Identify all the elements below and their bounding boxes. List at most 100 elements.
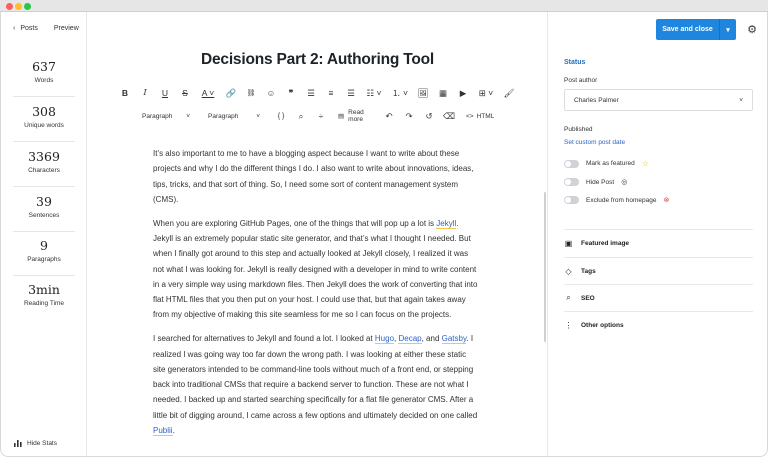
stat-label: Paragraphs (27, 256, 61, 263)
paint-format-icon[interactable]: 🖌 (499, 84, 519, 102)
exclude-homepage-toggle[interactable] (564, 196, 579, 204)
settings-sidebar: Save and close ▾ ⚙ Status Post author Ch… (547, 12, 767, 456)
hide-post-toggle-row[interactable]: Hide Post ◎ (564, 178, 627, 186)
chevron-down-icon: ˅ (739, 96, 743, 104)
read-more-button[interactable]: ▤ Read more (331, 107, 379, 125)
stat-sentences: 39 Sentences (13, 194, 75, 232)
image-icon[interactable]: 🖼 (413, 84, 433, 102)
stat-value: 3369 (28, 149, 60, 164)
emoji-icon[interactable]: ☺ (261, 84, 281, 102)
chevron-down-icon[interactable]: ▾ (720, 26, 736, 34)
align-right-icon[interactable]: ☰ (341, 84, 361, 102)
star-icon: ☆ (641, 159, 649, 168)
featured-toggle-row[interactable]: Mark as featured ☆ (564, 159, 649, 168)
italic-icon[interactable]: I (135, 84, 155, 102)
blockquote-icon[interactable]: ❞ (281, 84, 301, 102)
editor-app: ‹ Posts Preview 637 Words 308 Unique wor… (0, 12, 768, 457)
hide-stats-button[interactable]: Hide Stats (14, 440, 57, 447)
stat-value: 39 (36, 194, 52, 209)
gatsby-link[interactable]: Gatsby (441, 334, 467, 345)
post-author-select[interactable]: Charles Palmer ˅ (564, 89, 753, 111)
featured-image-section[interactable]: ▣ Featured image (564, 229, 753, 256)
horizontal-rule-icon[interactable]: ÷ (311, 107, 331, 125)
chevron-down-icon: ˅ (256, 112, 260, 120)
format-select[interactable]: Paragraph ˅ (135, 107, 197, 125)
window-titlebar (0, 0, 768, 12)
chevron-down-icon: ˅ (186, 112, 190, 120)
read-more-icon: ▤ (338, 113, 345, 120)
search-icon[interactable]: ⌕ (291, 107, 311, 125)
eye-slash-icon: ◎ (621, 179, 628, 186)
read-more-label: Read more (348, 109, 364, 123)
underline-icon[interactable]: U (155, 84, 175, 102)
toolbar-row-1: B I U S A ˅ 🔗 ⛓ ☺ ❞ ☰ ≡ ☰ ☷ ˅ ⒈ ˅ 🖼 ▦ ▶ … (115, 84, 519, 102)
style-select[interactable]: Paragraph ˅ (201, 107, 267, 125)
numbered-list-icon[interactable]: ⒈ ˅ (387, 84, 413, 102)
post-content[interactable]: It’s also important to me to have a blog… (153, 146, 480, 447)
stat-label: Unique words (24, 122, 64, 129)
strikethrough-icon[interactable]: S (175, 84, 195, 102)
editor-main: Decisions Part 2: Authoring Tool B I U S… (88, 12, 547, 456)
gallery-icon[interactable]: ▦ (433, 84, 453, 102)
code-braces-icon[interactable]: { } (271, 107, 291, 125)
html-button[interactable]: <> HTML (459, 107, 495, 125)
stat-label: Characters (28, 167, 60, 174)
stat-unique-words: 308 Unique words (13, 104, 75, 142)
circle-x-icon: ⊗ (663, 197, 670, 204)
text-color-icon[interactable]: A ˅ (195, 84, 221, 102)
other-options-section[interactable]: ⋮ Other options (564, 311, 753, 338)
hugo-link[interactable]: Hugo (374, 334, 395, 345)
paragraph-text: , and (421, 334, 442, 344)
paragraph: When you are exploring GitHub Pages, one… (153, 216, 480, 323)
close-window-button[interactable] (6, 3, 13, 10)
hide-post-toggle[interactable] (564, 178, 579, 186)
gear-icon[interactable]: ⚙ (745, 22, 759, 36)
table-icon[interactable]: ⊞ ˅ (473, 84, 499, 102)
format-select-value: Paragraph (142, 112, 173, 120)
jekyll-link[interactable]: Jekyll (436, 218, 457, 229)
back-to-posts-link[interactable]: ‹ Posts (13, 25, 38, 32)
paragraph-text: When you are exploring GitHub Pages, one… (153, 218, 437, 228)
stat-paragraphs: 9 Paragraphs (13, 238, 75, 276)
stats-sidebar: ‹ Posts Preview 637 Words 308 Unique wor… (1, 12, 87, 456)
section-label: SEO (581, 294, 595, 302)
link-icon[interactable]: 🔗 (221, 84, 241, 102)
unlink-icon[interactable]: ⛓ (241, 84, 261, 102)
video-icon[interactable]: ▶ (453, 84, 473, 102)
undo-icon[interactable]: ↶ (379, 107, 399, 125)
seo-section[interactable]: ⌕ SEO (564, 284, 753, 311)
decap-link[interactable]: Decap (398, 334, 422, 345)
align-left-icon[interactable]: ☰ (301, 84, 321, 102)
history-icon[interactable]: ↺ (419, 107, 439, 125)
maximize-window-button[interactable] (24, 3, 31, 10)
post-title[interactable]: Decisions Part 2: Authoring Tool (88, 51, 547, 69)
clear-format-icon[interactable]: ⌫ (439, 107, 459, 125)
bold-icon[interactable]: B (115, 84, 135, 102)
editor-scrollbar[interactable] (544, 192, 546, 342)
post-author-label: Post author (564, 77, 598, 84)
exclude-homepage-toggle-row[interactable]: Exclude from homepage ⊗ (564, 196, 669, 204)
bullet-list-icon[interactable]: ☷ ˅ (361, 84, 387, 102)
paragraph: It’s also important to me to have a blog… (153, 149, 474, 204)
html-label: HTML (476, 112, 495, 120)
stat-reading-time: 3min Reading Time (13, 282, 75, 320)
top-nav: ‹ Posts Preview (13, 25, 79, 32)
toolbar-row-2: Paragraph ˅ Paragraph ˅ { } ⌕ ÷ ▤ Read m… (135, 107, 495, 125)
redo-icon[interactable]: ↷ (399, 107, 419, 125)
image-icon: ▣ (564, 238, 573, 248)
stat-label: Reading Time (23, 300, 65, 307)
back-label: Posts (20, 25, 38, 32)
bar-chart-icon (14, 440, 22, 447)
set-custom-date-link[interactable]: Set custom post date (564, 139, 625, 146)
exclude-homepage-label: Exclude from homepage (586, 196, 657, 204)
minimize-window-button[interactable] (15, 3, 22, 10)
paragraph-text: I searched for alternatives to Jekyll an… (153, 334, 375, 344)
publii-link[interactable]: Publii (153, 426, 173, 437)
featured-toggle[interactable] (564, 159, 579, 168)
tags-section[interactable]: ◇ Tags (564, 257, 753, 284)
align-center-icon[interactable]: ≡ (321, 84, 341, 102)
save-and-close-button[interactable]: Save and close ▾ (656, 19, 736, 40)
preview-link[interactable]: Preview (54, 25, 79, 32)
hide-post-label: Hide Post (586, 178, 615, 186)
search-icon: ⌕ (566, 293, 571, 302)
